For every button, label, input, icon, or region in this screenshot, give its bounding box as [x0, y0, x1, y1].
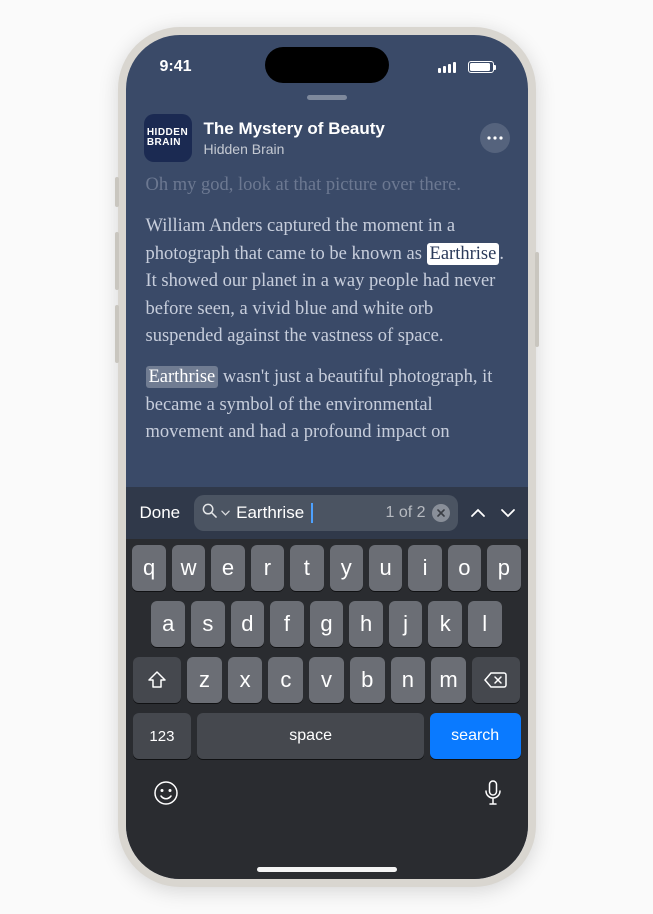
- key-p[interactable]: p: [487, 545, 520, 591]
- shift-key[interactable]: [133, 657, 182, 703]
- key-row-2: asdfghjkl: [130, 601, 524, 647]
- key-v[interactable]: v: [309, 657, 344, 703]
- power-button: [535, 252, 539, 347]
- chevron-down-icon: [221, 508, 230, 519]
- key-h[interactable]: h: [349, 601, 383, 647]
- emoji-key[interactable]: [152, 779, 180, 814]
- episode-title: The Mystery of Beauty: [204, 119, 468, 139]
- search-field[interactable]: Earthrise 1 of 2: [194, 495, 457, 531]
- transcript-paragraph: Earthrise wasn't just a beautiful photog…: [146, 364, 508, 446]
- x-icon: [437, 509, 445, 517]
- key-row-1: qwertyuiop: [130, 545, 524, 591]
- phone-frame: 9:41 HIDDENBRAIN The Mystery of Beauty H…: [118, 27, 536, 887]
- search-key[interactable]: search: [430, 713, 521, 759]
- key-z[interactable]: z: [187, 657, 222, 703]
- status-indicators: [438, 58, 494, 76]
- chevron-down-icon: [500, 507, 516, 519]
- key-row-3: zxcvbnm: [130, 657, 524, 703]
- chevron-up-icon: [470, 507, 486, 519]
- key-i[interactable]: i: [408, 545, 441, 591]
- key-r[interactable]: r: [251, 545, 284, 591]
- key-k[interactable]: k: [428, 601, 462, 647]
- key-w[interactable]: w: [172, 545, 205, 591]
- search-hit: Earthrise: [146, 366, 219, 388]
- shift-icon: [147, 671, 167, 689]
- key-o[interactable]: o: [448, 545, 481, 591]
- keyboard: qwertyuiop asdfghjkl zxcvbnm 123 space s…: [126, 539, 528, 879]
- backspace-key[interactable]: [472, 657, 521, 703]
- key-t[interactable]: t: [290, 545, 323, 591]
- silent-switch: [115, 177, 119, 207]
- key-a[interactable]: a: [151, 601, 185, 647]
- key-n[interactable]: n: [391, 657, 426, 703]
- key-s[interactable]: s: [191, 601, 225, 647]
- key-u[interactable]: u: [369, 545, 402, 591]
- screen: 9:41 HIDDENBRAIN The Mystery of Beauty H…: [126, 35, 528, 879]
- space-key[interactable]: space: [197, 713, 424, 759]
- numbers-key[interactable]: 123: [133, 713, 192, 759]
- search-hit-current: Earthrise: [427, 243, 500, 265]
- key-q[interactable]: q: [132, 545, 165, 591]
- emoji-icon: [152, 779, 180, 807]
- key-b[interactable]: b: [350, 657, 385, 703]
- find-bar: Done Earthrise 1 of 2: [126, 487, 528, 539]
- status-bar: 9:41: [126, 35, 528, 87]
- transcript-body[interactable]: Oh my god, look at that picture over the…: [126, 172, 528, 512]
- key-m[interactable]: m: [431, 657, 466, 703]
- key-c[interactable]: c: [268, 657, 303, 703]
- search-term: Earthrise: [236, 503, 304, 523]
- backspace-icon: [484, 671, 508, 689]
- battery-icon: [468, 61, 494, 73]
- dynamic-island: [265, 47, 389, 83]
- volume-up: [115, 232, 119, 290]
- prev-result-button[interactable]: [468, 502, 488, 525]
- key-f[interactable]: f: [270, 601, 304, 647]
- clear-button[interactable]: [432, 504, 450, 522]
- transcript-text: William Anders captured the moment in a …: [146, 216, 456, 263]
- key-x[interactable]: x: [228, 657, 263, 703]
- key-y[interactable]: y: [330, 545, 363, 591]
- transcript-line-prev: Oh my god, look at that picture over the…: [146, 172, 508, 199]
- now-playing-header: HIDDENBRAIN The Mystery of Beauty Hidden…: [126, 100, 528, 172]
- search-icon: [202, 503, 217, 523]
- next-result-button[interactable]: [498, 502, 518, 525]
- dictation-key[interactable]: [484, 780, 502, 813]
- volume-down: [115, 305, 119, 363]
- text-cursor: [311, 503, 313, 523]
- key-j[interactable]: j: [389, 601, 423, 647]
- key-l[interactable]: l: [468, 601, 502, 647]
- podcast-artwork[interactable]: HIDDENBRAIN: [144, 114, 192, 162]
- key-row-4: 123 space search: [130, 713, 524, 759]
- cellular-icon: [438, 62, 456, 73]
- done-button[interactable]: Done: [136, 503, 185, 523]
- key-e[interactable]: e: [211, 545, 244, 591]
- result-count: 1 of 2: [385, 504, 425, 522]
- transcript-paragraph: William Anders captured the moment in a …: [146, 213, 508, 350]
- mic-icon: [484, 780, 502, 806]
- ellipsis-icon: [487, 136, 503, 140]
- artwork-text: HIDDENBRAIN: [147, 128, 188, 149]
- more-button[interactable]: [480, 123, 510, 153]
- status-time: 9:41: [160, 58, 192, 76]
- show-name: Hidden Brain: [204, 141, 468, 157]
- key-d[interactable]: d: [231, 601, 265, 647]
- home-indicator[interactable]: [257, 867, 397, 872]
- key-g[interactable]: g: [310, 601, 344, 647]
